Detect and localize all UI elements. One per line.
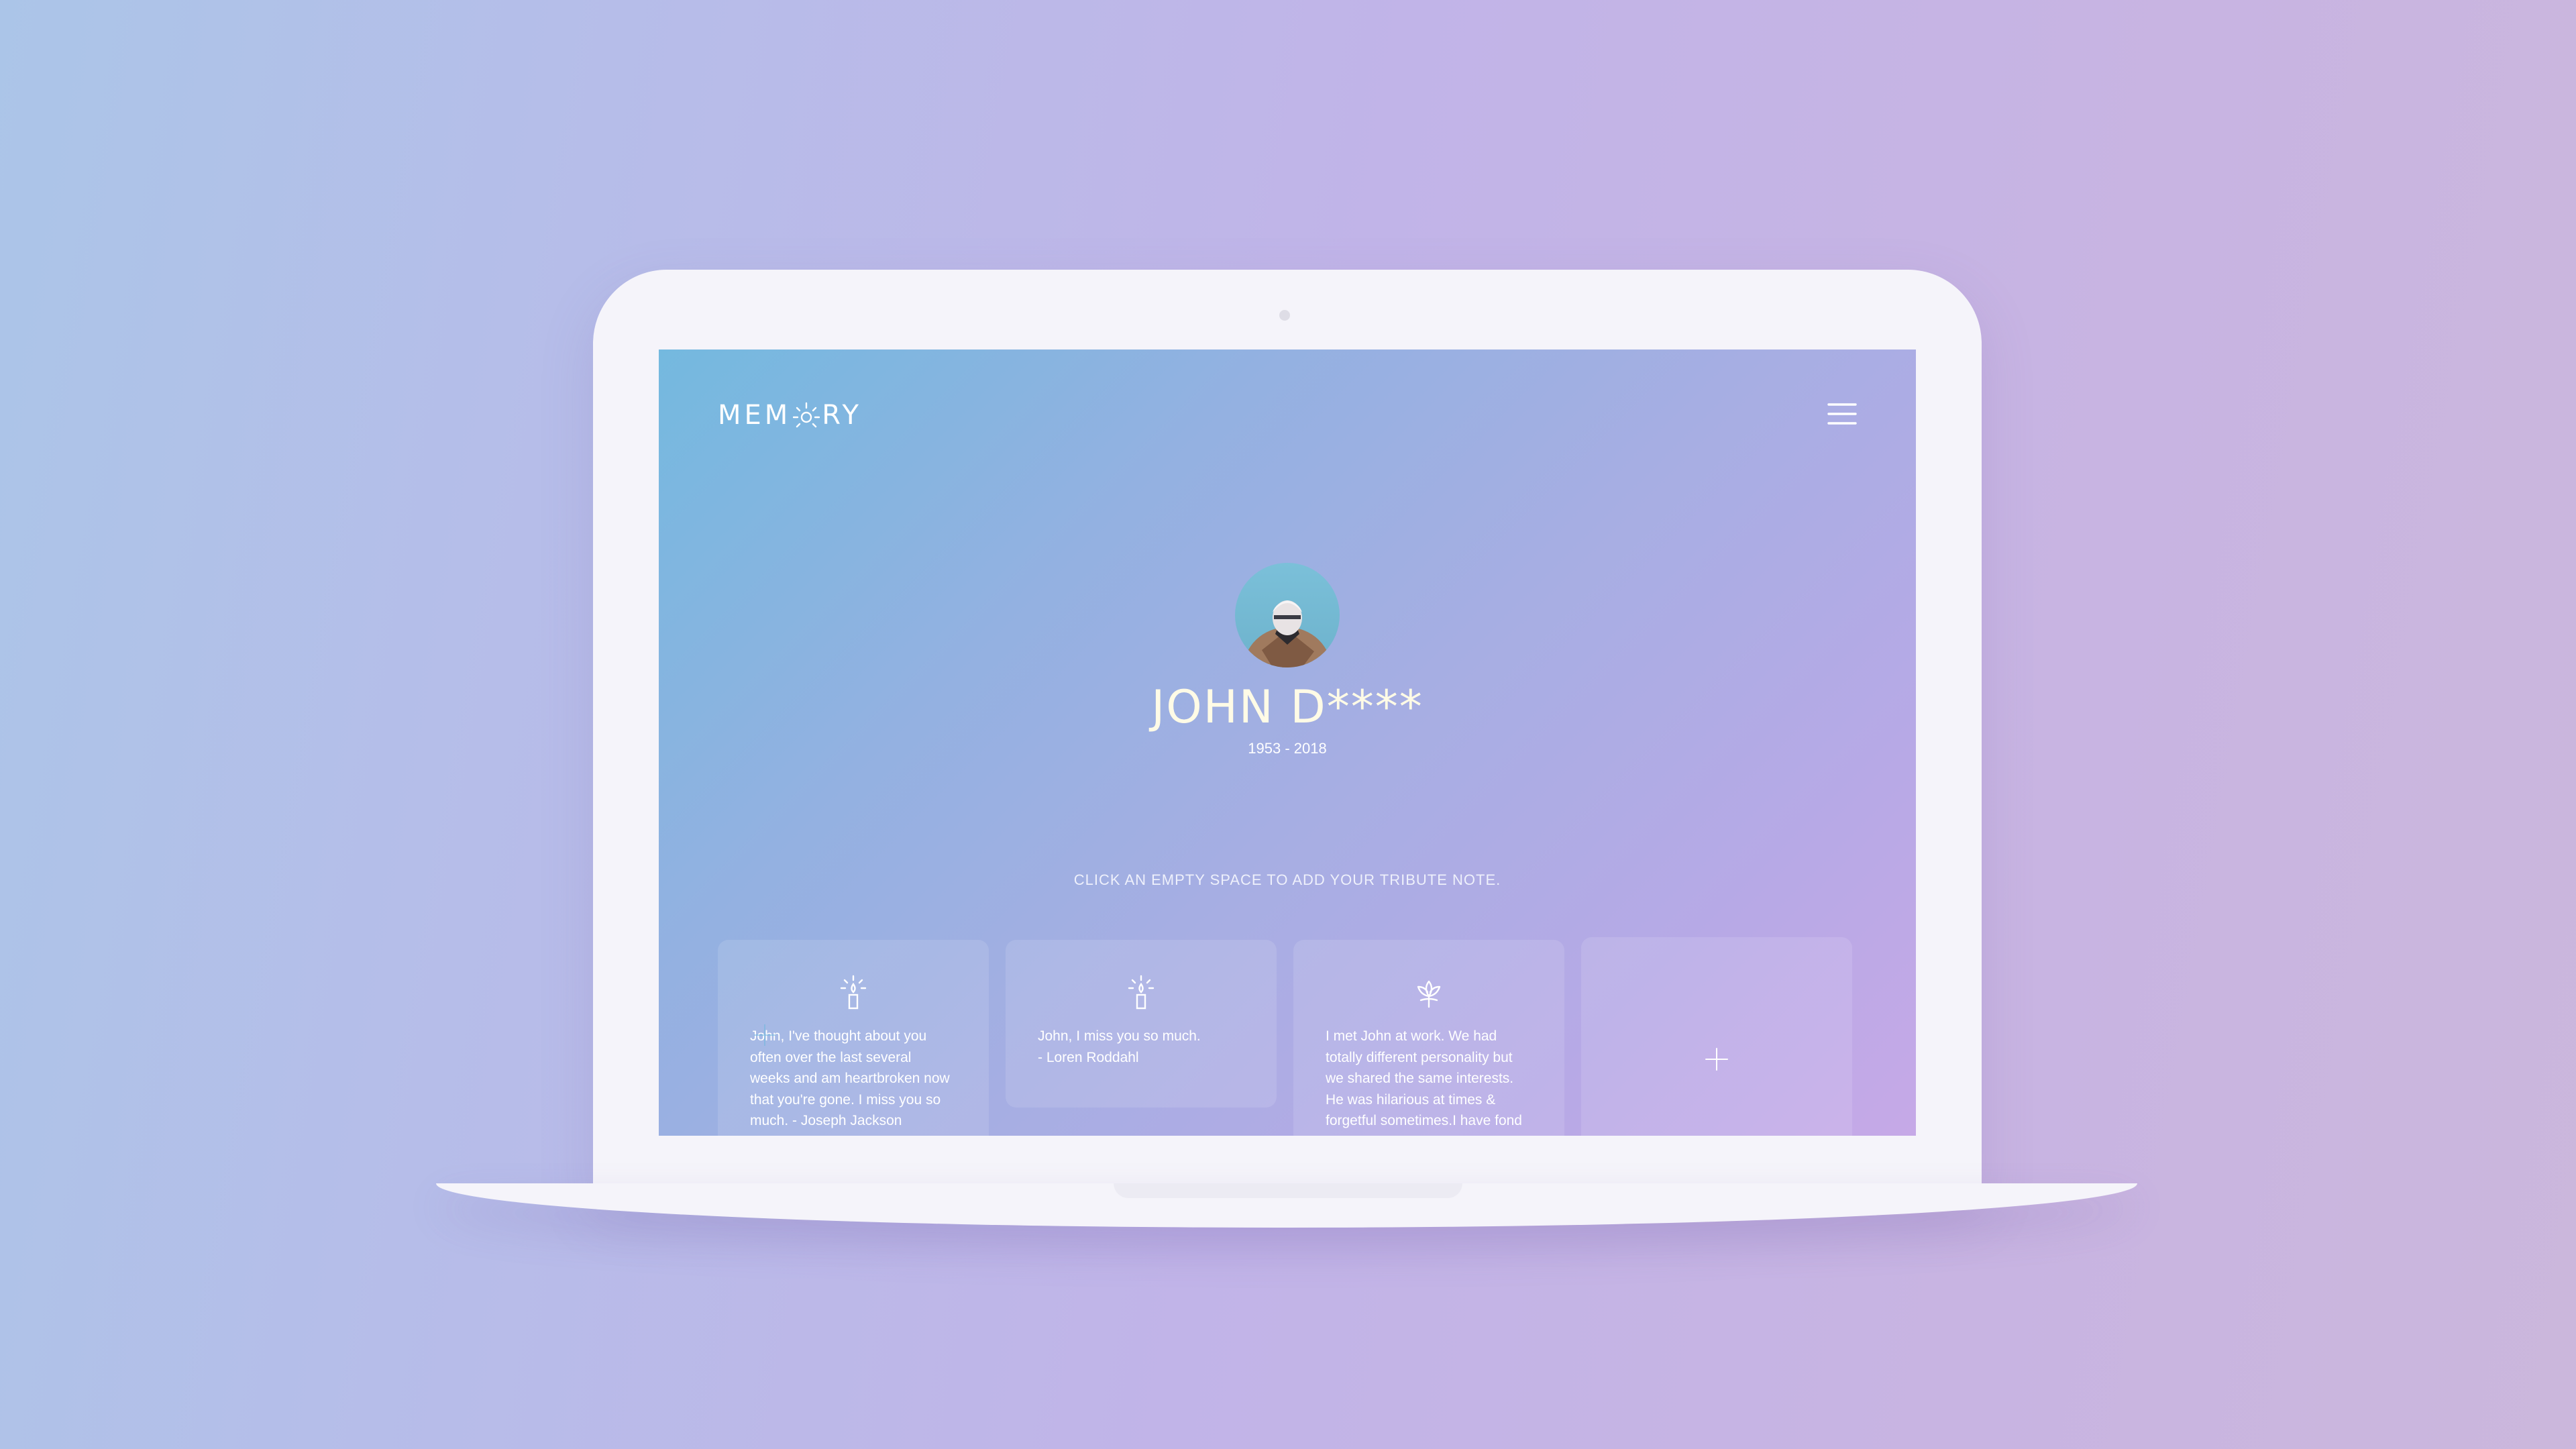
laptop-notch bbox=[1114, 1183, 1462, 1198]
tribute-text: John, I miss you so much. - Loren Roddah… bbox=[1038, 1028, 1201, 1065]
tribute-card[interactable]: I met John at work. We had totally diffe… bbox=[1293, 940, 1564, 1136]
life-dates: 1953 - 2018 bbox=[1248, 740, 1327, 757]
hamburger-menu-icon[interactable] bbox=[1827, 400, 1857, 427]
tribute-instruction: CLICK AN EMPTY SPACE TO ADD YOUR TRIBUTE… bbox=[1073, 871, 1501, 888]
add-tribute-button[interactable] bbox=[1581, 937, 1852, 1136]
sun-icon bbox=[793, 402, 820, 428]
candle-icon bbox=[840, 975, 867, 1010]
candle-icon bbox=[1128, 975, 1155, 1010]
tribute-card[interactable]: John, I miss you so much. - Loren Roddah… bbox=[1006, 940, 1277, 1108]
webcam-dot bbox=[1279, 310, 1290, 321]
tribute-text: John, I've thought about you often over … bbox=[750, 1028, 950, 1128]
laptop-screen: MEM RY JOHN D**** 1953 - 2018 CLICK AN E… bbox=[659, 350, 1916, 1136]
memory-logo[interactable]: MEM RY bbox=[718, 396, 862, 434]
profile-section: JOHN D**** 1953 - 2018 bbox=[659, 563, 1916, 757]
plus-icon bbox=[1705, 1048, 1728, 1071]
logo-text-end: RY bbox=[822, 400, 862, 431]
tribute-card[interactable]: John, I've thought about you often over … bbox=[718, 940, 989, 1136]
avatar bbox=[1235, 563, 1340, 667]
person-portrait-icon bbox=[1243, 600, 1332, 667]
plus-icon bbox=[754, 1024, 775, 1046]
person-name: JOHN D**** bbox=[1151, 681, 1424, 734]
tribute-text: I met John at work. We had totally diffe… bbox=[1326, 1028, 1522, 1128]
lotus-icon bbox=[1417, 980, 1441, 1008]
logo-text-start: MEM bbox=[718, 400, 792, 431]
